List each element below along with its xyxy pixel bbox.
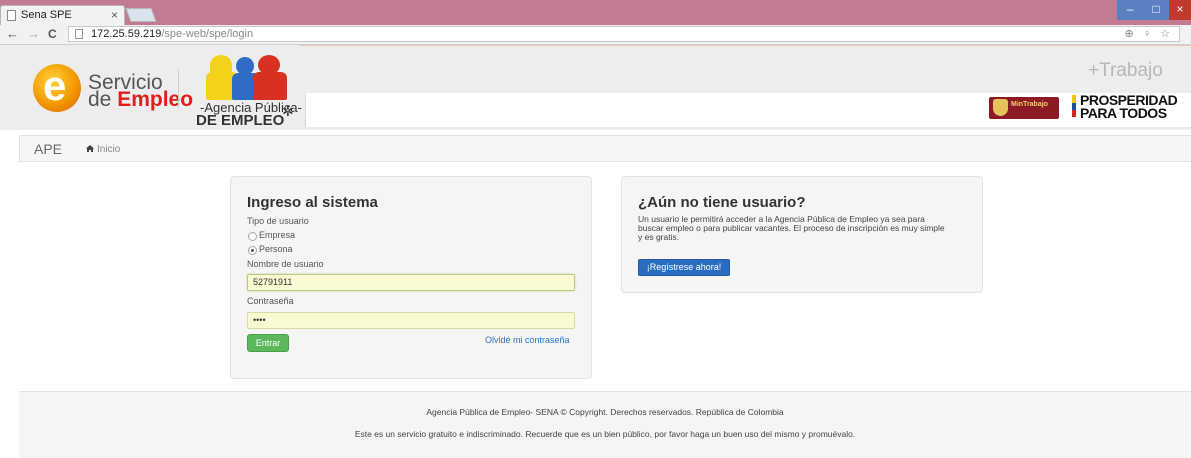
address-bar[interactable]: 172.25.59.219/spe-web/spe/login ⊕ ♀ ☆ [68,26,1180,42]
password-field[interactable]: •••• [247,312,575,329]
radio-empresa[interactable] [248,232,257,241]
flag-stripe [1072,103,1076,110]
browser-tab[interactable]: Sena SPE × [0,5,125,25]
tab-close-icon[interactable]: × [111,8,118,22]
radio-persona-label[interactable]: Persona [259,244,293,254]
login-panel: Ingreso al sistema Tipo de usuario Empre… [230,176,592,379]
footer-notice: Este es un servicio gratuito e indiscrim… [354,429,856,439]
username-label: Nombre de usuario [247,259,324,269]
mintrabajo-label: MinTrabajo [1011,101,1048,108]
site-footer: Agencia Pública de Empleo- SENA © Copyri… [19,391,1191,458]
tab-title: Sena SPE [21,9,72,21]
radio-empresa-label[interactable]: Empresa [259,230,295,240]
forgot-password-link[interactable]: Olvidé mi contraseña [485,335,570,345]
agencia-title: DE EMPLEO [196,112,285,129]
page-icon [75,29,83,39]
new-tab-button[interactable] [125,8,157,22]
para-todos-text: PARA TODOS [1080,105,1167,121]
flag-stripe [1072,110,1076,117]
reload-button[interactable]: C [48,27,57,41]
user-type-label: Tipo de usuario [247,216,309,226]
logo-divider [178,70,179,108]
close-window-button[interactable]: × [1169,0,1191,20]
flag-icon [1072,95,1076,103]
register-text-2: buscar empleo o para publicar vacantes. … [638,223,945,233]
register-button[interactable]: ¡Regístrese ahora! [638,259,730,276]
footer-copyright: Agencia Pública de Empleo- SENA © Copyri… [426,407,784,417]
window-controls: – □ × [1117,0,1191,20]
url-text: 172.25.59.219/spe-web/spe/login [91,28,254,40]
mas-trabajo-logo: +Trabajo [1088,60,1163,81]
password-label: Contraseña [247,296,294,306]
sena-icon: ✲ [282,103,294,119]
register-title: ¿Aún no tiene usuario? [638,194,806,211]
header-strip [300,45,1191,46]
maximize-button[interactable]: □ [1143,0,1169,20]
minimize-button[interactable]: – [1117,0,1143,20]
logo-letter: e [43,62,67,109]
brand-link[interactable]: APE [34,141,62,157]
browser-toolbar: ← → C 172.25.59.219/spe-web/spe/login ⊕ … [0,25,1191,45]
home-link[interactable]: Inicio [97,144,120,155]
login-title: Ingreso al sistema [247,194,378,211]
page-icon [7,10,16,21]
username-field[interactable]: 52791911 [247,274,575,291]
register-text-3: y es gratis. [638,232,680,242]
address-bar-icons[interactable]: ⊕ ♀ ☆ [1125,27,1173,40]
login-button[interactable]: Entrar [247,334,289,352]
register-panel: ¿Aún no tiene usuario? Un usuario le per… [621,176,983,293]
forward-button[interactable]: → [27,26,40,41]
radio-persona[interactable] [248,246,257,255]
breadcrumb: APE Inicio [19,135,1191,162]
back-button[interactable]: ← [6,26,19,41]
coat-of-arms-icon [993,99,1008,116]
home-icon[interactable] [86,145,94,152]
browser-titlebar [0,0,1191,25]
